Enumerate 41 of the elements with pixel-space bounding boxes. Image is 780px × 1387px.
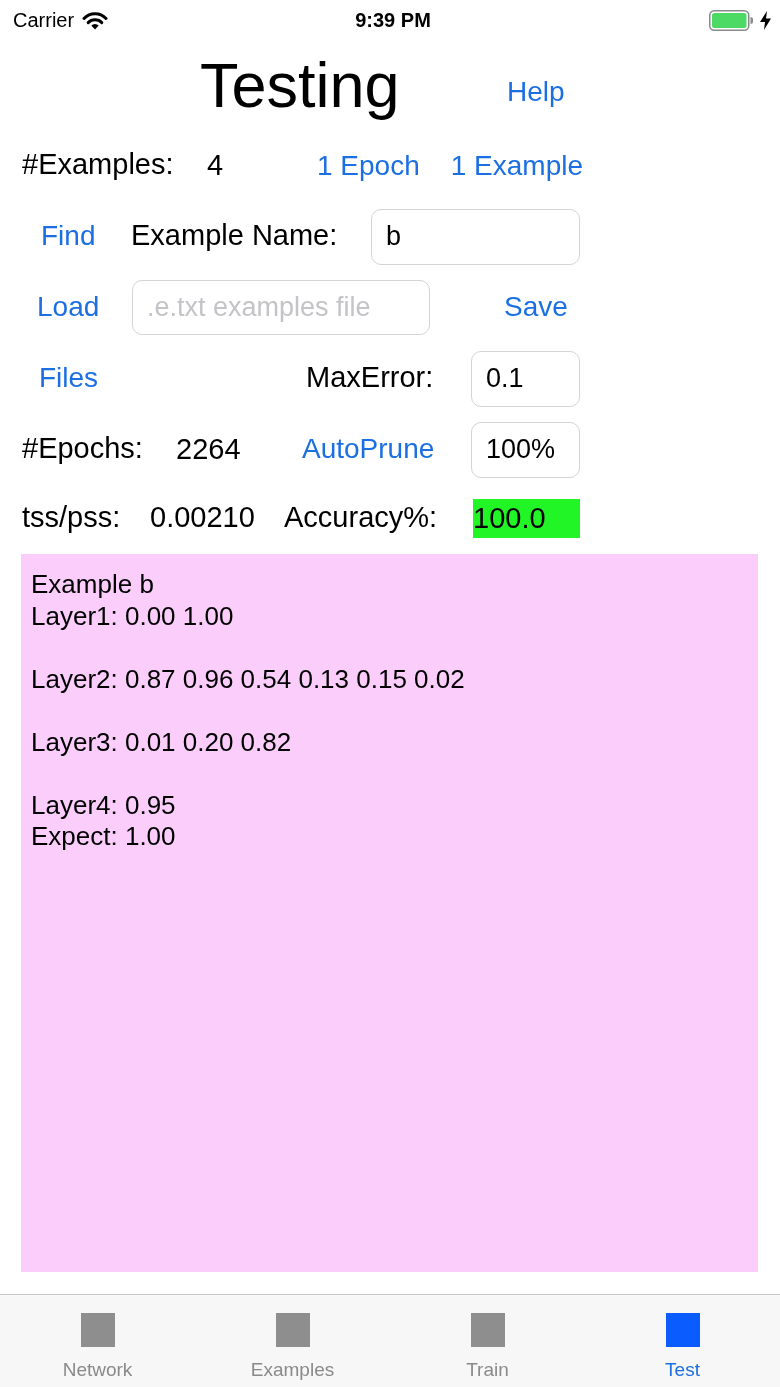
autoprune-button[interactable]: AutoPrune (302, 434, 435, 463)
output-line: Layer4: 0.95 (31, 789, 177, 821)
help-link[interactable]: Help (507, 78, 565, 106)
tab-button[interactable]: Network (0, 1295, 195, 1387)
max-error-label: MaxError: (306, 361, 434, 393)
square-icon (665, 1313, 700, 1347)
accuracy-label: Accuracy%: (284, 500, 438, 533)
tss-pss-value: 0.00210 (150, 500, 255, 533)
charging-bolt-icon (760, 10, 771, 30)
find-button[interactable]: Find (41, 221, 96, 250)
square-icon (80, 1313, 115, 1347)
examples-file-field[interactable]: .e.txt examples file (132, 280, 430, 335)
files-button[interactable]: Files (39, 363, 99, 392)
battery-icon (709, 9, 753, 31)
tab-button[interactable]: Train (390, 1295, 585, 1387)
train-step-button[interactable]: 1 Epoch (317, 151, 420, 180)
square-icon (470, 1313, 505, 1347)
save-button[interactable]: Save (504, 292, 568, 321)
train-step-button[interactable]: 1 Example (450, 151, 584, 180)
tab-button[interactable]: Test (585, 1295, 780, 1387)
example-name-field[interactable]: b (371, 208, 580, 265)
examples-count-value: 4 (207, 151, 224, 180)
tss-pss-label: tss/pss: (22, 500, 121, 533)
tab-button[interactable]: Examples (195, 1295, 390, 1387)
output-line: Example b (31, 569, 155, 601)
output-line: Layer2: 0.87 0.96 0.54 0.13 0.15 0.02 (31, 663, 466, 695)
output-line: Layer3: 0.01 0.20 0.82 (31, 726, 293, 758)
epochs-value: 2264 (176, 435, 241, 464)
example-name-label: Example Name: (131, 219, 338, 251)
max-error-field[interactable]: 0.1 (471, 350, 580, 407)
examples-count-label: #Examples: (22, 148, 174, 180)
epochs-label: #Epochs: (22, 432, 143, 464)
prune-percent-field[interactable]: 100% (471, 421, 580, 478)
wifi-icon (82, 10, 109, 30)
square-icon (275, 1313, 310, 1347)
load-button[interactable]: Load (37, 292, 100, 321)
carrier-label: Carrier (13, 10, 75, 30)
accuracy-value: 100.0 (473, 498, 580, 538)
output-line: Expect: 1.00 (31, 821, 177, 853)
clock-time: 9:39 PM (355, 10, 431, 30)
output-line: Layer1: 0.00 1.00 (31, 600, 235, 632)
